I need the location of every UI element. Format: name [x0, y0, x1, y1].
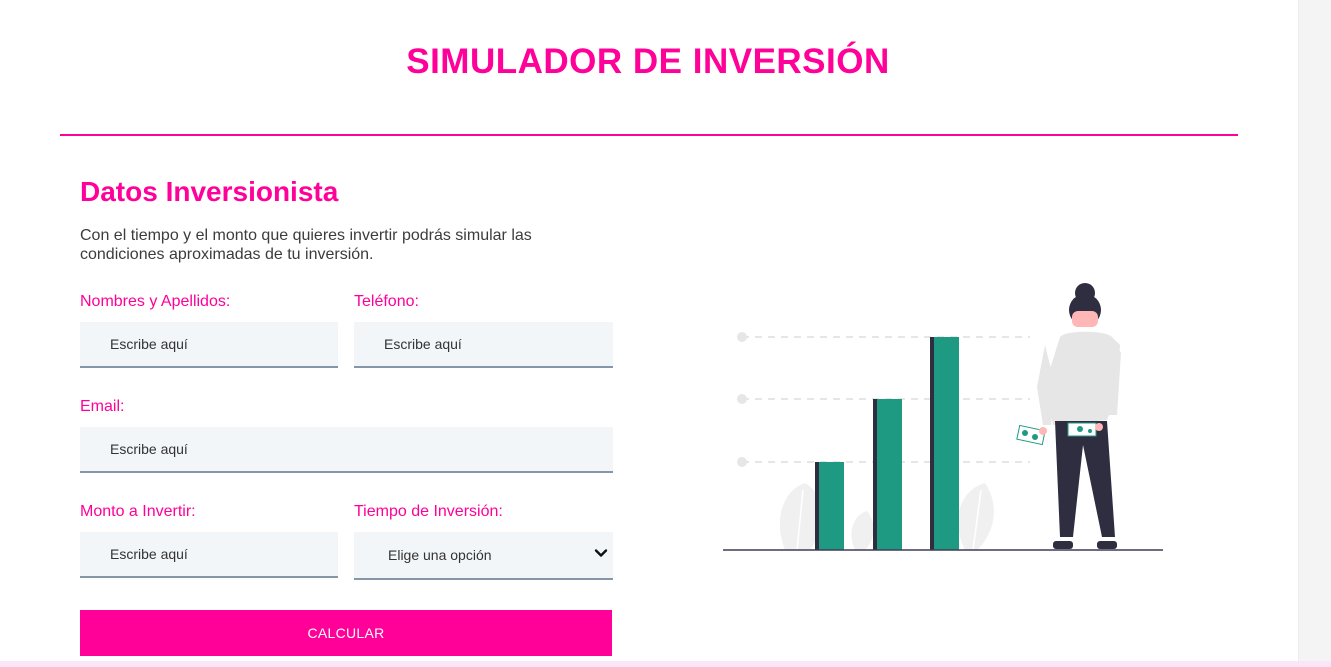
calculate-button[interactable]: CALCULAR	[80, 610, 612, 656]
page: SIMULADOR DE INVERSIÓN Datos Inversionis…	[0, 0, 1331, 667]
term-label: Tiempo de Inversión:	[354, 503, 503, 520]
email-input[interactable]	[80, 427, 613, 473]
header-divider	[60, 134, 1238, 136]
amount-label: Monto a Invertir:	[80, 503, 196, 520]
form-description: Con el tiempo y el monto que quieres inv…	[80, 227, 532, 263]
phone-input[interactable]	[354, 322, 613, 368]
names-input[interactable]	[80, 322, 338, 368]
term-select[interactable]: Elige una opción	[354, 532, 613, 580]
phone-label: Teléfono:	[354, 293, 419, 310]
amount-input[interactable]	[80, 532, 338, 578]
growth-bars	[815, 337, 959, 550]
section-title: Datos Inversionista	[80, 176, 339, 207]
footer-strip	[0, 661, 1331, 667]
woman-figure	[1016, 283, 1121, 549]
scrollbar-track[interactable]	[1298, 0, 1331, 667]
page-title: SIMULADOR DE INVERSIÓN	[406, 42, 890, 81]
names-label: Nombres y Apellidos:	[80, 293, 231, 310]
email-label: Email:	[80, 398, 125, 415]
investment-illustration	[723, 283, 1163, 551]
